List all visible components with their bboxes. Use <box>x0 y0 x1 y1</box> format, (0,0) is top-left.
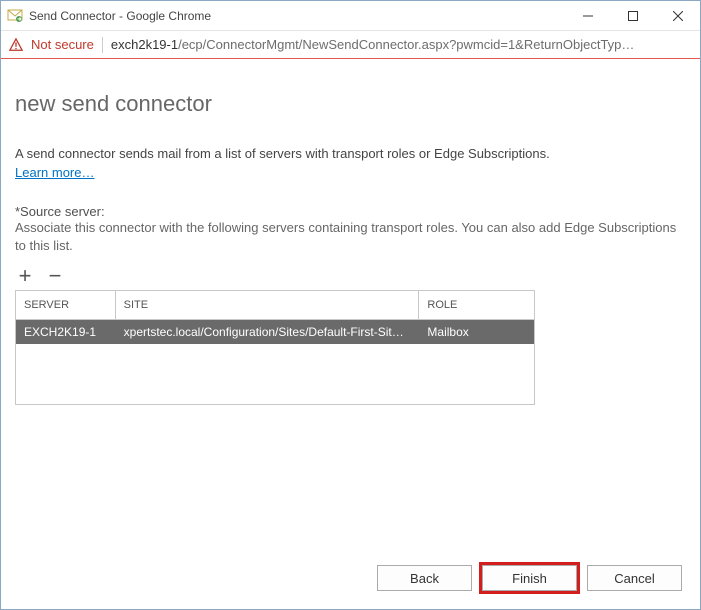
wizard-buttons: Back Finish Cancel <box>377 565 682 591</box>
minimize-icon <box>583 11 593 21</box>
app-icon <box>7 8 23 24</box>
titlebar: Send Connector - Google Chrome <box>1 1 700 31</box>
url-path: /ecp/ConnectorMgmt/NewSendConnector.aspx… <box>178 37 634 52</box>
back-button[interactable]: Back <box>377 565 472 591</box>
remove-button[interactable]: − <box>45 266 65 286</box>
window-title: Send Connector - Google Chrome <box>29 9 565 23</box>
page-title: new send connector <box>15 91 686 117</box>
server-grid: SERVER SITE ROLE EXCH2K19-1 xpertstec.lo… <box>15 290 535 405</box>
divider <box>102 37 103 53</box>
finish-button[interactable]: Finish <box>482 565 577 591</box>
cancel-button[interactable]: Cancel <box>587 565 682 591</box>
url-host: exch2k19-1 <box>111 37 178 52</box>
minus-icon: − <box>49 263 62 288</box>
close-icon <box>673 11 683 21</box>
warning-icon <box>9 38 23 52</box>
source-server-label: *Source server: <box>15 204 686 219</box>
page-description: A send connector sends mail from a list … <box>15 145 686 163</box>
plus-icon: + <box>19 263 32 288</box>
table-row[interactable]: EXCH2K19-1 xpertstec.local/Configuration… <box>16 320 534 344</box>
minimize-button[interactable] <box>565 1 610 30</box>
close-button[interactable] <box>655 1 700 30</box>
column-header-role[interactable]: ROLE <box>419 291 534 319</box>
column-header-site[interactable]: SITE <box>116 291 420 319</box>
address-bar: Not secure exch2k19-1/ecp/ConnectorMgmt/… <box>1 31 700 59</box>
maximize-icon <box>628 11 638 21</box>
cell-site: xpertstec.local/Configuration/Sites/Defa… <box>116 320 420 344</box>
maximize-button[interactable] <box>610 1 655 30</box>
grid-body: EXCH2K19-1 xpertstec.local/Configuration… <box>16 320 534 404</box>
not-secure-label[interactable]: Not secure <box>31 37 94 52</box>
source-server-description: Associate this connector with the follow… <box>15 219 686 255</box>
grid-toolbar: + − <box>15 266 686 286</box>
content-area: new send connector A send connector send… <box>1 59 700 405</box>
learn-more-link[interactable]: Learn more… <box>15 165 94 180</box>
column-header-server[interactable]: SERVER <box>16 291 116 319</box>
cell-role: Mailbox <box>419 320 534 344</box>
add-button[interactable]: + <box>15 266 35 286</box>
url-text[interactable]: exch2k19-1/ecp/ConnectorMgmt/NewSendConn… <box>111 37 635 52</box>
grid-header: SERVER SITE ROLE <box>16 291 534 320</box>
cell-server: EXCH2K19-1 <box>16 320 116 344</box>
window-controls <box>565 1 700 30</box>
